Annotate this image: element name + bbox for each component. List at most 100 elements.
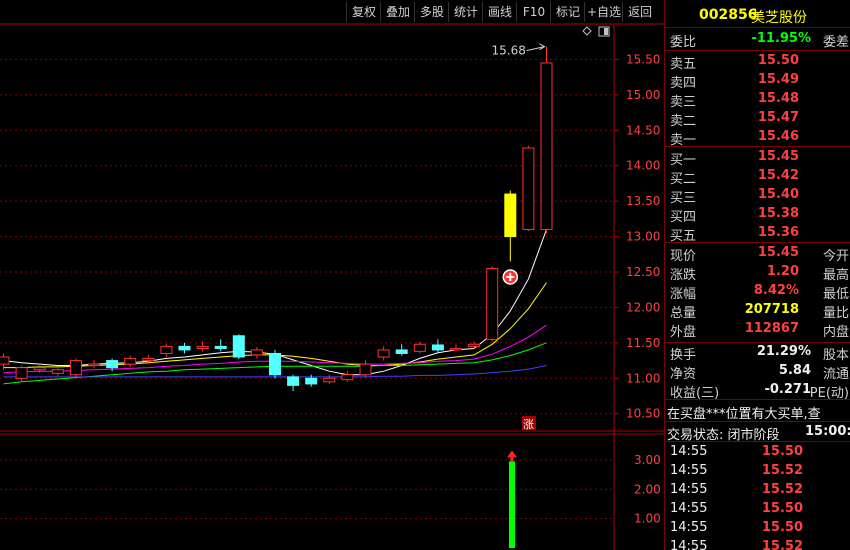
quote-value: 112867 — [744, 321, 799, 336]
asks-value: 15.47 — [757, 110, 799, 125]
asks-label: 卖四 — [670, 76, 697, 91]
price-tick-label: 15.50 — [626, 52, 660, 66]
quote-value: 207718 — [744, 302, 799, 317]
quote-label: 外盘 — [670, 325, 697, 340]
candle-body — [51, 369, 64, 374]
candle-body — [341, 374, 354, 381]
ticks-row: 14:55 15.50 — [665, 500, 850, 519]
volume-tick-label: 2.00 — [634, 482, 661, 496]
divider — [665, 242, 850, 243]
bids-row[interactable]: 买二 15.42 — [665, 167, 850, 187]
bids-value: 15.42 — [757, 168, 799, 183]
ticks-value: 15.50 — [761, 501, 803, 516]
asks-row[interactable]: 卖三 15.48 — [665, 90, 850, 110]
candle-body — [250, 349, 263, 356]
quote-label: 现价 — [670, 249, 697, 264]
bids-row[interactable]: 买一 15.45 — [665, 148, 850, 168]
candle-body — [377, 349, 390, 358]
diamond-icon — [582, 26, 592, 36]
asks-value: 15.48 — [757, 91, 799, 106]
bids-row[interactable]: 买五 15.36 — [665, 224, 850, 244]
stock-name: 美芝股份 — [751, 10, 807, 26]
divider — [665, 27, 850, 28]
stats-value: -0.271 — [764, 382, 811, 397]
ticks-label: 14:55 — [670, 463, 708, 478]
ticks-row: 14:55 15.50 — [665, 519, 850, 538]
stats-label: 换手 — [670, 348, 697, 363]
volume-bar — [509, 461, 515, 548]
window-toggle-icon — [604, 28, 608, 35]
quote-sub: 内盘 — [822, 325, 849, 340]
candle-body — [160, 345, 173, 354]
ticks-row: 14:55 15.52 — [665, 538, 850, 550]
stats-row: 净资 5.84 流通 — [665, 362, 850, 382]
divider — [665, 421, 850, 422]
bids-row[interactable]: 买三 15.40 — [665, 186, 850, 206]
ticks-row: 14:55 15.50 — [665, 443, 850, 462]
quote-value: 1.20 — [766, 264, 799, 279]
asks-row[interactable]: 卖二 15.47 — [665, 109, 850, 129]
candle-body — [305, 377, 318, 385]
price-tick-label: 14.50 — [626, 123, 660, 137]
asks-label: 卖三 — [670, 95, 697, 110]
quote-value: 8.42% — [753, 283, 799, 298]
ticks-value: 15.52 — [761, 539, 803, 550]
weibi-row: 委比 -11.95% 委差 — [665, 30, 850, 50]
candle-body — [359, 363, 372, 376]
candle-body — [124, 357, 137, 365]
ticks-label: 14:55 — [670, 539, 708, 550]
candle-body — [106, 360, 119, 369]
price-tick-label: 12.00 — [626, 300, 660, 314]
quote-label: 涨幅 — [670, 287, 697, 302]
quote-sub: 最高 — [822, 268, 849, 283]
asks-value: 15.50 — [757, 53, 799, 68]
stats-sub: 股本 — [822, 348, 849, 363]
candle-body — [269, 352, 281, 376]
candle-body — [33, 367, 46, 371]
candle-body — [522, 147, 535, 230]
bids-value: 15.36 — [757, 225, 799, 240]
asks-label: 卖五 — [670, 57, 697, 72]
bids-label: 买一 — [670, 153, 697, 168]
weibi-label: 委比 — [670, 35, 697, 50]
weicha-label: 委差 — [822, 35, 849, 50]
candle-body — [323, 377, 336, 383]
volume-up-arrow-icon — [507, 450, 517, 458]
bids-label: 买四 — [670, 210, 697, 225]
ticks-label: 14:55 — [670, 520, 708, 535]
candle-body — [450, 348, 462, 351]
quote-row: 总量 207718 量比 — [665, 301, 850, 321]
quote-label: 总量 — [670, 306, 697, 321]
price-tick-label: 11.00 — [626, 371, 660, 385]
weibi-value: -11.95% — [751, 31, 811, 46]
divider — [665, 441, 850, 442]
trade-status: 交易状态: 闭市阶段 15:00:0 — [667, 424, 850, 443]
asks-row[interactable]: 卖五 15.50 — [665, 52, 850, 72]
candle-body — [142, 357, 155, 362]
bids-value: 15.45 — [757, 149, 799, 164]
high-pointer-arrow — [539, 43, 546, 51]
kline-chart[interactable]: 15.50 15.00 14.50 14.00 13.50 13.00 12.50 12.00… — [0, 0, 664, 550]
ticks-value: 15.52 — [761, 463, 803, 478]
candle-body — [413, 343, 426, 352]
quote-label: 涨跌 — [670, 268, 697, 283]
quote-sub: 今开 — [822, 249, 849, 264]
volume-tick-label: 1.00 — [634, 512, 661, 526]
bids-label: 买二 — [670, 172, 697, 187]
stock-header[interactable]: 002856 美芝股份 — [665, 5, 850, 27]
asks-row[interactable]: 卖一 15.46 — [665, 128, 850, 148]
quote-value: 15.45 — [757, 245, 799, 260]
stats-value: 21.29% — [756, 344, 811, 359]
bids-row[interactable]: 买四 15.38 — [665, 205, 850, 225]
candle-body — [69, 360, 82, 376]
asks-row[interactable]: 卖四 15.49 — [665, 71, 850, 91]
stock-code: 002856 — [699, 7, 758, 23]
ticks-value: 15.50 — [761, 444, 803, 459]
candle-body — [178, 345, 191, 351]
price-tick-label: 11.50 — [626, 336, 660, 350]
candle-body — [15, 367, 28, 379]
candle-body — [504, 193, 517, 238]
ticks-row: 14:55 15.52 — [665, 462, 850, 481]
volume-tick-label: 3.00 — [634, 453, 661, 467]
big-order-notice[interactable]: 在买盘***位置有大买单,查 — [665, 402, 850, 422]
